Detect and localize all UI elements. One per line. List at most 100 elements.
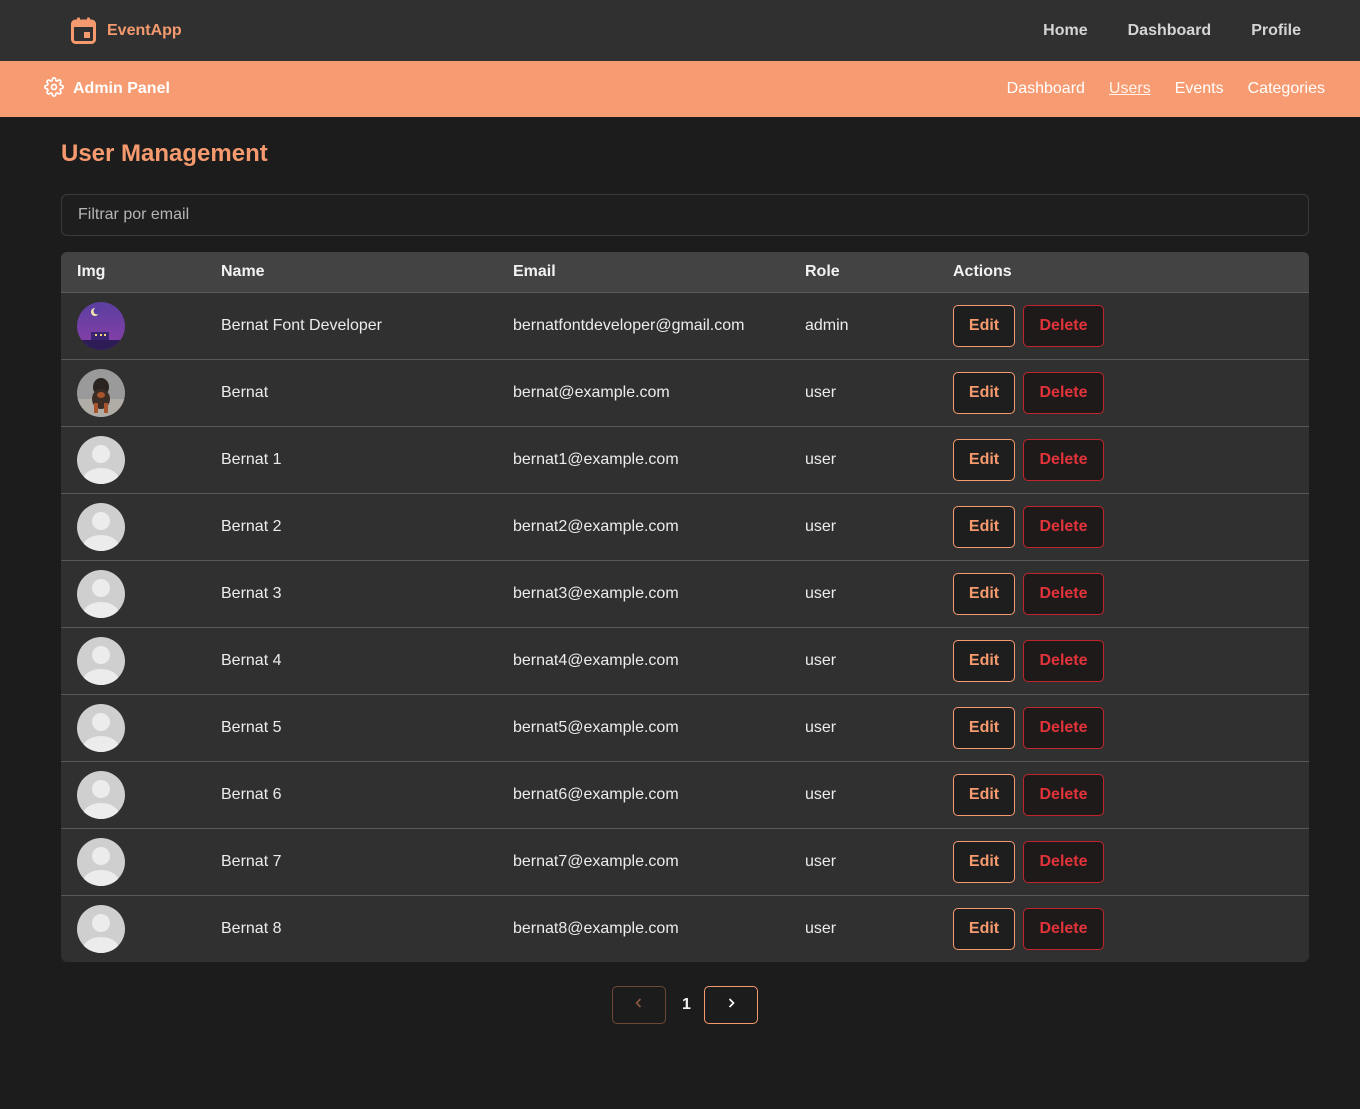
table-row: Bernat 5 bernat5@example.com user Edit Delet… (61, 695, 1309, 762)
table-row: Bernat 2 bernat2@example.com user Edit Delet… (61, 494, 1309, 561)
avatar-cell (61, 436, 221, 484)
next-page-button[interactable] (704, 986, 758, 1024)
top-navbar: EventApp Home Dashboard Profile (0, 0, 1360, 61)
avatar (77, 637, 125, 685)
row-actions: Edit Delete (953, 506, 1309, 548)
user-name: Bernat 3 (221, 585, 282, 602)
prev-page-button[interactable] (612, 986, 666, 1024)
row-actions: Edit Delete (953, 439, 1309, 481)
user-email: bernat8@example.com (513, 920, 679, 937)
admin-bar: Admin Panel Dashboard Users Events Categ… (0, 61, 1360, 117)
delete-button[interactable]: Delete (1023, 439, 1104, 481)
delete-button[interactable]: Delete (1023, 640, 1104, 682)
edit-button[interactable]: Edit (953, 774, 1015, 816)
edit-button[interactable]: Edit (953, 640, 1015, 682)
admin-panel-label: Admin Panel (73, 80, 170, 97)
delete-button[interactable]: Delete (1023, 774, 1104, 816)
admin-nav: Dashboard Users Events Categories (1007, 80, 1325, 98)
nav-profile-link[interactable]: Profile (1251, 22, 1301, 40)
table-row: Bernat bernat@example.com user Edit Delete (61, 360, 1309, 427)
chevron-right-icon (725, 996, 737, 1014)
row-actions: Edit Delete (953, 372, 1309, 414)
avatar-cell (61, 637, 221, 685)
user-name: Bernat 2 (221, 518, 282, 535)
delete-button[interactable]: Delete (1023, 841, 1104, 883)
row-actions: Edit Delete (953, 640, 1309, 682)
user-name: Bernat 6 (221, 786, 282, 803)
top-nav: Home Dashboard Profile (1043, 22, 1301, 40)
user-role: user (805, 384, 837, 401)
nav-dashboard-link[interactable]: Dashboard (1128, 22, 1212, 40)
page-title: User Management (61, 140, 268, 167)
user-role: user (805, 585, 837, 602)
admin-tab-events[interactable]: Events (1175, 80, 1224, 98)
user-name: Bernat 1 (221, 451, 282, 468)
table-row: Bernat 4 bernat4@example.com user Edit Delet… (61, 628, 1309, 695)
avatar-cell (61, 905, 221, 953)
user-email: bernat7@example.com (513, 853, 679, 870)
user-role: user (805, 719, 837, 736)
avatar-cell (61, 771, 221, 819)
row-actions: Edit Delete (953, 305, 1309, 347)
admin-tab-categories[interactable]: Categories (1248, 80, 1325, 98)
edit-button[interactable]: Edit (953, 841, 1015, 883)
table-row: Bernat 8 bernat8@example.com user Edit Delet… (61, 896, 1309, 962)
table-row: Bernat 1 bernat1@example.com user Edit Delet… (61, 427, 1309, 494)
delete-button[interactable]: Delete (1023, 908, 1104, 950)
admin-tab-dashboard[interactable]: Dashboard (1007, 80, 1085, 98)
edit-button[interactable]: Edit (953, 439, 1015, 481)
avatar-cell (61, 704, 221, 752)
email-filter-input[interactable] (61, 194, 1309, 236)
avatar (77, 771, 125, 819)
user-role: user (805, 920, 837, 937)
brand[interactable]: EventApp (71, 17, 182, 44)
user-name: Bernat 7 (221, 853, 282, 870)
admin-tab-users[interactable]: Users (1109, 80, 1151, 98)
table-row: Bernat 3 bernat3@example.com user Edit Delet… (61, 561, 1309, 628)
row-actions: Edit Delete (953, 774, 1309, 816)
user-email: bernat3@example.com (513, 585, 679, 602)
edit-button[interactable]: Edit (953, 305, 1015, 347)
pagination: 1 (61, 986, 1309, 1024)
header-email: Email (513, 263, 556, 280)
user-name: Bernat 4 (221, 652, 282, 669)
edit-button[interactable]: Edit (953, 707, 1015, 749)
header-actions: Actions (953, 263, 1012, 280)
delete-button[interactable]: Delete (1023, 506, 1104, 548)
avatar (77, 905, 125, 953)
user-role: user (805, 518, 837, 535)
table-row: Bernat Font Developer bernatfontdeveloper… (61, 293, 1309, 360)
user-role: user (805, 652, 837, 669)
delete-button[interactable]: Delete (1023, 707, 1104, 749)
avatar (77, 436, 125, 484)
avatar (77, 302, 125, 350)
user-email: bernatfontdeveloper@gmail.com (513, 317, 745, 334)
user-email: bernat1@example.com (513, 451, 679, 468)
user-role: user (805, 786, 837, 803)
delete-button[interactable]: Delete (1023, 573, 1104, 615)
avatar (77, 570, 125, 618)
user-email: bernat5@example.com (513, 719, 679, 736)
delete-button[interactable]: Delete (1023, 372, 1104, 414)
edit-button[interactable]: Edit (953, 573, 1015, 615)
brand-name: EventApp (107, 21, 182, 39)
user-name: Bernat Font Developer (221, 317, 382, 334)
avatar-cell (61, 369, 221, 417)
edit-button[interactable]: Edit (953, 372, 1015, 414)
avatar (77, 838, 125, 886)
nav-home-link[interactable]: Home (1043, 22, 1087, 40)
user-role: user (805, 451, 837, 468)
row-actions: Edit Delete (953, 707, 1309, 749)
avatar-cell (61, 570, 221, 618)
table-row: Bernat 7 bernat7@example.com user Edit Delet… (61, 829, 1309, 896)
avatar-cell (61, 838, 221, 886)
delete-button[interactable]: Delete (1023, 305, 1104, 347)
user-name: Bernat (221, 384, 269, 401)
user-email: bernat6@example.com (513, 786, 679, 803)
admin-panel-title[interactable]: Admin Panel (44, 76, 170, 102)
header-img: Img (77, 263, 106, 280)
main-content: User Management Img Name Email Role Acti… (0, 137, 1360, 1024)
edit-button[interactable]: Edit (953, 506, 1015, 548)
user-email: bernat2@example.com (513, 518, 679, 535)
edit-button[interactable]: Edit (953, 908, 1015, 950)
